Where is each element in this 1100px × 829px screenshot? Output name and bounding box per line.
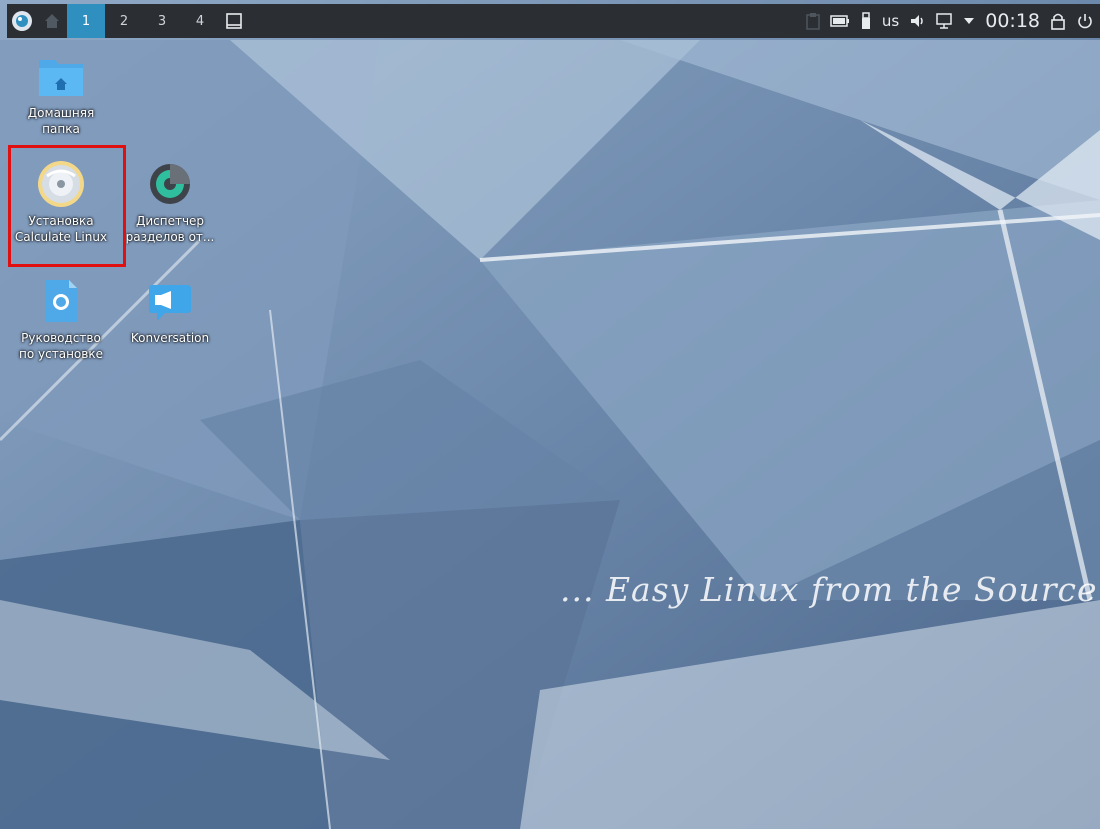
power-icon[interactable] [1076,4,1094,38]
keyboard-layout-indicator[interactable]: us [882,4,899,38]
desktop-icon-label: Диспетчер разделов от... [125,214,215,244]
calculate-logo-icon [12,11,32,31]
desktop-1-button[interactable]: 1 [67,4,105,38]
folder-home-icon [35,50,87,102]
highlight-box [8,145,126,267]
lock-screen-icon[interactable] [1050,4,1066,38]
clock[interactable]: 00:18 [985,4,1040,38]
home-icon [45,14,59,28]
web-document-icon [35,275,87,327]
volume-icon[interactable] [909,4,925,38]
top-panel: 1 2 3 4 us 00:18 [7,4,1100,38]
desktop-icon-label: Konversation [130,331,210,345]
window-icon [226,13,242,29]
clipboard-icon[interactable] [806,4,820,38]
desktop-icon-install-guide[interactable]: Руководство по установке [11,275,111,362]
desktop-icon-label: Домашняя папка [27,106,95,136]
desktop-4-button[interactable]: 4 [181,4,219,38]
desktop-2-button[interactable]: 2 [105,4,143,38]
tray-expand-arrow-icon[interactable] [963,4,975,38]
wallpaper-slogan: ... Easy Linux from the Source [560,570,1098,609]
desktop-wallpaper [0,0,1100,829]
battery-icon[interactable] [830,4,850,38]
window-list-button[interactable] [219,4,249,38]
show-desktop-button[interactable] [37,4,67,38]
desktop-icon-home-folder[interactable]: Домашняя папка [11,50,111,137]
partition-manager-icon [144,158,196,210]
desktop-icon-partition-manager[interactable]: Диспетчер разделов от... [120,158,220,245]
network-icon[interactable] [935,4,953,38]
system-tray: us 00:18 [806,4,1100,38]
desktop-3-button[interactable]: 3 [143,4,181,38]
removable-device-icon[interactable] [860,4,872,38]
desktop-icon-label: Руководство по установке [19,331,103,361]
desktop-icon-konversation[interactable]: Konversation [120,275,220,346]
application-menu-button[interactable] [7,4,37,38]
konversation-icon [144,275,196,327]
